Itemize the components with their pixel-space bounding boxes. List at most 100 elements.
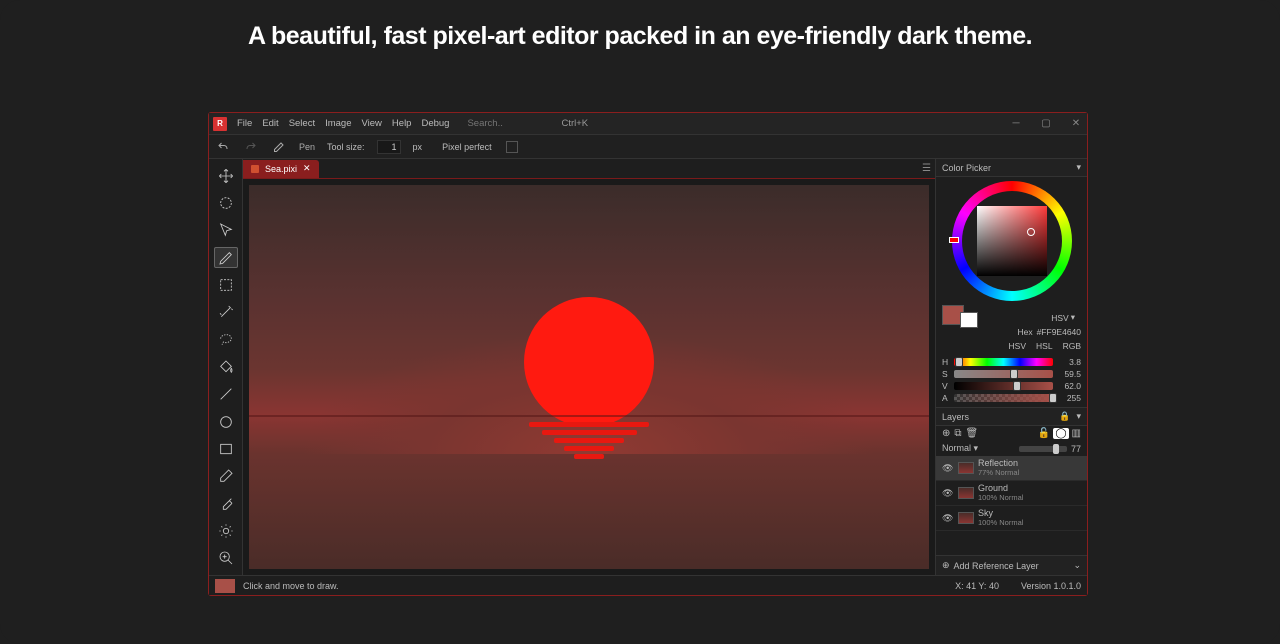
- color-swatches: HSV ▾: [936, 305, 1087, 325]
- menu-view[interactable]: View: [362, 118, 382, 129]
- color-mode-tabs: HSV HSL RGB: [936, 339, 1087, 353]
- mode-rgb[interactable]: RGB: [1063, 341, 1081, 351]
- search-shortcut: Ctrl+K: [561, 118, 588, 129]
- mask-layer-button[interactable]: ◯: [1053, 428, 1068, 439]
- pointer-tool[interactable]: [214, 220, 238, 241]
- saturation-slider[interactable]: [954, 370, 1053, 378]
- document-tab[interactable]: Sea.pixi ✕: [243, 160, 319, 178]
- tool-size-label: Tool size:: [327, 142, 365, 152]
- alpha-slider[interactable]: [954, 394, 1053, 402]
- lock-layer-button[interactable]: 🔓: [1038, 428, 1050, 439]
- status-color-swatch[interactable]: [215, 579, 235, 593]
- lasso-tool[interactable]: [214, 329, 238, 350]
- menu-debug[interactable]: Debug: [421, 118, 449, 129]
- status-hint: Click and move to draw.: [243, 581, 339, 591]
- layer-item[interactable]: 👁 Ground100% Normal: [936, 481, 1087, 506]
- sv-box[interactable]: [977, 206, 1047, 276]
- close-button[interactable]: ✕: [1069, 118, 1083, 129]
- hex-value[interactable]: #FF9E4640: [1037, 327, 1081, 337]
- canvas-area: Sea.pixi ✕ ☰ 🔧: [243, 159, 935, 575]
- line-tool[interactable]: [214, 384, 238, 405]
- menu-bar: File Edit Select Image View Help Debug: [237, 118, 449, 129]
- tab-filename: Sea.pixi: [265, 164, 297, 174]
- visibility-toggle[interactable]: 👁: [942, 513, 954, 524]
- tagline: A beautiful, fast pixel-art editor packe…: [0, 0, 1280, 69]
- search-box[interactable]: Ctrl+K: [467, 118, 588, 129]
- main-area: Sea.pixi ✕ ☰ 🔧: [209, 159, 1087, 575]
- layer-thumb: [958, 487, 974, 499]
- redo-button[interactable]: [243, 139, 259, 155]
- visibility-toggle[interactable]: 👁: [942, 463, 954, 474]
- fill-tool[interactable]: [214, 356, 238, 377]
- magic-wand-tool[interactable]: [214, 302, 238, 323]
- color-mode-select[interactable]: HSV ▾: [1051, 312, 1075, 323]
- status-version: Version 1.0.1.0: [1021, 581, 1081, 591]
- search-input[interactable]: [467, 118, 517, 129]
- ellipse-select-tool[interactable]: [214, 192, 238, 213]
- artwork-reflection: [519, 419, 659, 462]
- pixel-perfect-toggle[interactable]: [506, 141, 518, 153]
- add-icon: ⊕: [942, 560, 950, 571]
- sv-cursor[interactable]: [1027, 228, 1035, 236]
- layers-title: Layers: [942, 412, 969, 422]
- move-tool[interactable]: [214, 165, 238, 186]
- opacity-value[interactable]: 77: [1071, 444, 1081, 454]
- add-layer-button[interactable]: ⊕: [942, 428, 950, 439]
- hex-label: Hex: [1017, 327, 1032, 337]
- tool-options-bar: Pen Tool size: 1 px Pixel perfect: [209, 135, 1087, 159]
- duplicate-layer-button[interactable]: ⧉: [954, 428, 961, 439]
- canvas[interactable]: [249, 185, 929, 569]
- layer-thumb: [958, 462, 974, 474]
- color-picker-header: Color Picker ▾: [936, 159, 1087, 177]
- panel-menu-icon[interactable]: ▾: [1076, 162, 1081, 173]
- tab-filter-icon[interactable]: ☰: [922, 163, 931, 174]
- edit-icon[interactable]: [271, 139, 287, 155]
- menu-edit[interactable]: Edit: [262, 118, 278, 129]
- color-sliders: H3.8 S59.5 V62.0 A255: [936, 353, 1087, 407]
- menu-image[interactable]: Image: [325, 118, 351, 129]
- add-reference-layer-button[interactable]: ⊕Add Reference Layer ⌄: [936, 555, 1087, 575]
- menu-help[interactable]: Help: [392, 118, 412, 129]
- layers-lock-icon[interactable]: 🔒: [1059, 411, 1070, 422]
- opacity-slider[interactable]: [1019, 446, 1067, 452]
- minimize-button[interactable]: ─: [1009, 118, 1023, 129]
- app-logo: R: [213, 117, 227, 131]
- hue-slider[interactable]: [954, 358, 1053, 366]
- color-picker-title: Color Picker: [942, 163, 991, 173]
- mode-hsv[interactable]: HSV: [1009, 341, 1026, 351]
- window-controls: ─ ▢ ✕: [1009, 118, 1083, 129]
- blend-mode-select[interactable]: Normal ▾: [942, 443, 1015, 454]
- menu-file[interactable]: File: [237, 118, 252, 129]
- pixel-perfect-label: Pixel perfect: [442, 142, 492, 152]
- merge-layer-button[interactable]: ▥: [1072, 428, 1081, 439]
- value-slider[interactable]: [954, 382, 1053, 390]
- tool-size-input[interactable]: 1: [377, 140, 401, 154]
- right-panels: Color Picker ▾ HSV ▾: [935, 159, 1087, 575]
- maximize-button[interactable]: ▢: [1039, 118, 1053, 129]
- pen-tool[interactable]: [214, 247, 238, 269]
- tab-close-button[interactable]: ✕: [303, 163, 311, 174]
- tool-name-label: Pen: [299, 142, 315, 152]
- layer-item[interactable]: 👁 Sky100% Normal: [936, 506, 1087, 531]
- brightness-tool[interactable]: [214, 520, 238, 541]
- delete-layer-button[interactable]: 🗑: [966, 428, 979, 439]
- eraser-tool[interactable]: [214, 466, 238, 487]
- menu-select[interactable]: Select: [289, 118, 315, 129]
- rectangle-tool[interactable]: [214, 438, 238, 459]
- circle-tool[interactable]: [214, 411, 238, 432]
- undo-button[interactable]: [215, 139, 231, 155]
- hue-cursor[interactable]: [949, 237, 959, 243]
- eyedropper-tool[interactable]: [214, 493, 238, 514]
- chevron-down-icon: ⌄: [1073, 560, 1081, 571]
- zoom-tool[interactable]: [214, 548, 238, 569]
- layers-menu-icon[interactable]: ▾: [1076, 411, 1081, 422]
- rect-select-tool[interactable]: [214, 274, 238, 295]
- color-wheel[interactable]: [936, 177, 1087, 305]
- layer-item[interactable]: 👁 Reflection77% Normal: [936, 456, 1087, 481]
- status-coords: X: 41 Y: 40: [955, 581, 999, 591]
- visibility-toggle[interactable]: 👁: [942, 488, 954, 499]
- mode-hsl[interactable]: HSL: [1036, 341, 1053, 351]
- canvas-viewport[interactable]: 🔧: [249, 185, 929, 569]
- app-window: R File Edit Select Image View Help Debug…: [208, 112, 1088, 596]
- blend-row: Normal ▾ 77: [936, 441, 1087, 456]
